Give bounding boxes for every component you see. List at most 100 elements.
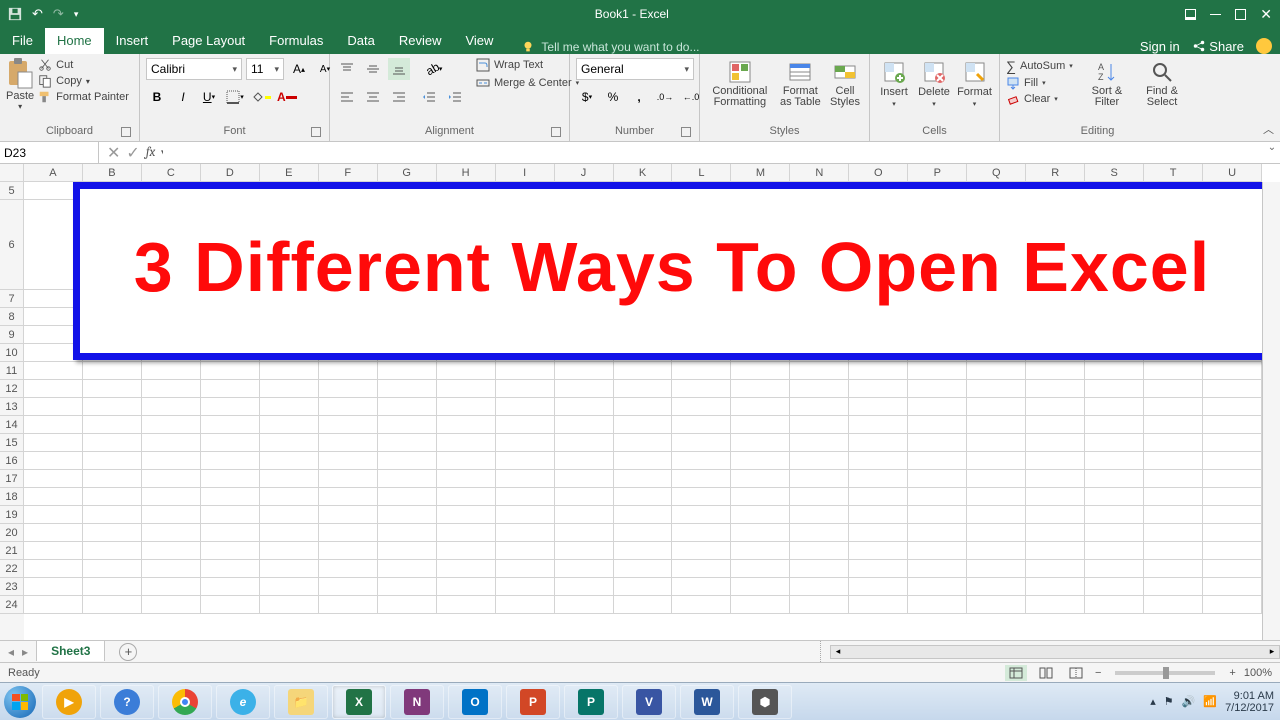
column-header[interactable]: S — [1085, 164, 1144, 181]
cell[interactable] — [555, 488, 614, 506]
cell[interactable] — [908, 596, 967, 614]
tab-formulas[interactable]: Formulas — [257, 28, 335, 54]
cell[interactable] — [260, 560, 319, 578]
column-header[interactable]: O — [849, 164, 908, 181]
column-header[interactable]: F — [319, 164, 378, 181]
fill-button[interactable]: Fill ▾ — [1006, 76, 1073, 90]
cell[interactable] — [967, 524, 1026, 542]
cell[interactable] — [967, 578, 1026, 596]
cell[interactable] — [555, 416, 614, 434]
cell[interactable] — [849, 542, 908, 560]
cell[interactable] — [672, 470, 731, 488]
cell[interactable] — [908, 452, 967, 470]
cell[interactable] — [1203, 362, 1262, 380]
taskbar-explorer[interactable]: 📁 — [274, 685, 328, 719]
cell[interactable] — [319, 452, 378, 470]
cell[interactable] — [378, 380, 437, 398]
cell[interactable] — [614, 398, 673, 416]
fill-color-button[interactable] — [250, 86, 272, 108]
cell[interactable] — [378, 506, 437, 524]
cell[interactable] — [614, 362, 673, 380]
row-header[interactable]: 17 — [0, 470, 24, 488]
cell[interactable] — [496, 542, 555, 560]
cell[interactable] — [260, 488, 319, 506]
system-tray[interactable]: ▴ ⚑ 🔊 📶 9:01 AM 7/12/2017 — [1150, 690, 1280, 714]
row-header[interactable]: 15 — [0, 434, 24, 452]
cell[interactable] — [555, 362, 614, 380]
sheet-tab-active[interactable]: Sheet3 — [36, 640, 105, 661]
cell[interactable] — [555, 506, 614, 524]
row-header[interactable]: 23 — [0, 578, 24, 596]
cell[interactable] — [496, 560, 555, 578]
taskbar-powerpoint[interactable]: P — [506, 685, 560, 719]
cell[interactable] — [1144, 470, 1203, 488]
increase-decimal-button[interactable]: .0→ — [654, 86, 676, 108]
row-header[interactable]: 20 — [0, 524, 24, 542]
cell[interactable] — [849, 506, 908, 524]
cell[interactable] — [1085, 560, 1144, 578]
tell-me-search[interactable]: Tell me what you want to do... — [505, 40, 1140, 54]
cell[interactable] — [1026, 506, 1085, 524]
cell[interactable] — [849, 488, 908, 506]
cell[interactable] — [672, 452, 731, 470]
cell[interactable] — [672, 506, 731, 524]
cell[interactable] — [319, 380, 378, 398]
cell[interactable] — [260, 542, 319, 560]
cell[interactable] — [437, 506, 496, 524]
cell[interactable] — [672, 380, 731, 398]
cell[interactable] — [672, 596, 731, 614]
cell[interactable] — [967, 488, 1026, 506]
cell[interactable] — [142, 434, 201, 452]
tray-volume-icon[interactable]: 🔊 — [1182, 695, 1196, 708]
zoom-slider[interactable] — [1115, 671, 1215, 675]
cell[interactable] — [378, 488, 437, 506]
autosum-button[interactable]: ∑AutoSum ▾ — [1006, 58, 1073, 74]
cell[interactable] — [967, 398, 1026, 416]
cell[interactable] — [142, 506, 201, 524]
cell[interactable] — [1085, 596, 1144, 614]
share-button[interactable]: Share — [1192, 39, 1244, 54]
cell[interactable] — [437, 578, 496, 596]
taskbar-word[interactable]: W — [680, 685, 734, 719]
font-launcher[interactable] — [311, 127, 321, 137]
cell[interactable] — [83, 578, 142, 596]
cell[interactable] — [260, 506, 319, 524]
cell[interactable] — [437, 452, 496, 470]
cell[interactable] — [614, 470, 673, 488]
start-button[interactable] — [0, 682, 40, 722]
cell[interactable] — [378, 560, 437, 578]
column-header[interactable]: K — [614, 164, 673, 181]
cell[interactable] — [496, 452, 555, 470]
row-header[interactable]: 6 — [0, 200, 24, 290]
cell[interactable] — [1026, 578, 1085, 596]
cell[interactable] — [1203, 524, 1262, 542]
cell[interactable] — [731, 398, 790, 416]
cell[interactable] — [83, 434, 142, 452]
row-header[interactable]: 8 — [0, 308, 24, 326]
cell[interactable] — [319, 560, 378, 578]
cell[interactable] — [260, 596, 319, 614]
cell[interactable] — [1203, 560, 1262, 578]
cell[interactable] — [908, 398, 967, 416]
cell[interactable] — [1203, 452, 1262, 470]
row-header[interactable]: 18 — [0, 488, 24, 506]
cell[interactable] — [555, 452, 614, 470]
cell[interactable] — [496, 488, 555, 506]
cell[interactable] — [378, 470, 437, 488]
cell[interactable] — [260, 380, 319, 398]
cell[interactable] — [260, 524, 319, 542]
select-all-corner[interactable] — [0, 164, 24, 182]
clear-button[interactable]: Clear ▾ — [1006, 92, 1073, 106]
row-header[interactable]: 9 — [0, 326, 24, 344]
cell[interactable] — [555, 470, 614, 488]
cell[interactable] — [967, 380, 1026, 398]
cell[interactable] — [672, 398, 731, 416]
cell[interactable] — [83, 398, 142, 416]
zoom-out-button[interactable]: − — [1095, 667, 1101, 679]
formula-input[interactable] — [163, 142, 1264, 163]
column-header[interactable]: N — [790, 164, 849, 181]
banner-textbox[interactable]: 3 Different Ways To Open Excel — [73, 182, 1262, 360]
cell[interactable] — [555, 434, 614, 452]
cell[interactable] — [849, 560, 908, 578]
zoom-in-button[interactable]: + — [1229, 667, 1235, 679]
